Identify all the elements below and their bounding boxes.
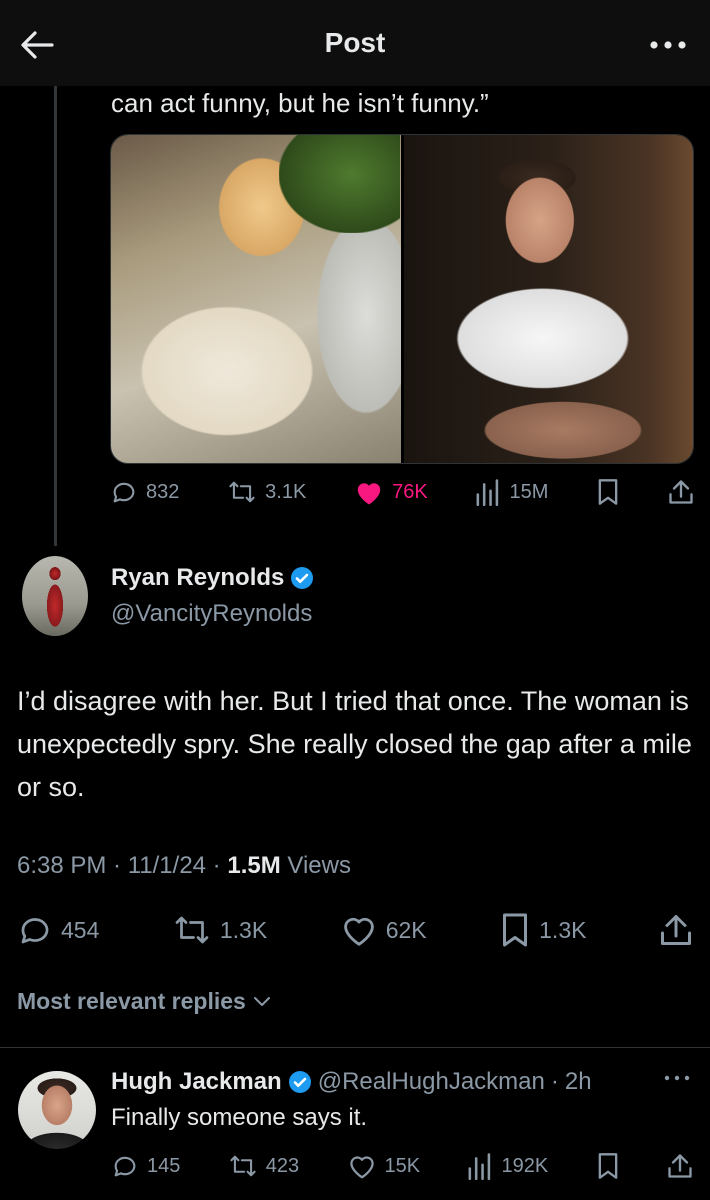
share-button[interactable]	[668, 478, 694, 506]
verified-badge-icon	[288, 1071, 311, 1093]
bookmark-button[interactable]: 1.3K	[499, 912, 586, 948]
replies-sort-label: Most relevant replies	[17, 988, 246, 1014]
parent-post-media[interactable]	[110, 134, 694, 464]
bookmark-icon	[598, 479, 618, 505]
post-meta: 6:38 PM · 11/1/24 · 1.5M Views	[17, 852, 351, 879]
author-avatar[interactable]	[22, 556, 88, 636]
bookmark-count: 1.3K	[539, 916, 587, 943]
reply-author-avatar[interactable]	[18, 1071, 96, 1149]
heart-icon	[349, 1156, 374, 1179]
share-icon	[660, 915, 691, 945]
repost-button[interactable]: 423	[228, 1152, 299, 1180]
bookmark-button[interactable]	[596, 1152, 620, 1180]
share-icon	[668, 1154, 692, 1178]
bookmark-icon	[598, 1153, 617, 1179]
top-bar: Post	[0, 0, 710, 86]
share-icon	[669, 480, 693, 504]
views-button[interactable]: 192K	[467, 1152, 548, 1180]
reply-icon	[21, 918, 49, 944]
repost-button[interactable]: 1.3K	[172, 912, 267, 948]
repost-count: 3.1K	[265, 480, 307, 503]
reply-icon	[113, 482, 135, 503]
page-title: Post	[324, 27, 386, 58]
replies-sort-dropdown[interactable]: Most relevant replies	[17, 988, 272, 1015]
author-name-row: Ryan Reynolds	[111, 564, 314, 592]
bookmark-icon	[503, 913, 528, 947]
reply-author-handle[interactable]: @RealHughJackman	[318, 1068, 545, 1096]
reply-age: 2h	[564, 1068, 592, 1095]
repost-icon	[175, 916, 209, 944]
media-photo-left[interactable]	[111, 135, 401, 463]
views-count: 192K	[501, 1154, 549, 1177]
reply-more-options-icon[interactable]	[662, 1068, 692, 1088]
reply-button[interactable]: 145	[111, 1152, 180, 1180]
heart-icon	[343, 917, 374, 946]
reply-author-name[interactable]: Hugh Jackman	[111, 1068, 282, 1096]
reply-count: 145	[147, 1154, 181, 1177]
author-handle[interactable]: @VancityReynolds	[111, 600, 312, 628]
thread-connector-line	[54, 86, 57, 546]
reply-author-row: Hugh Jackman @RealHughJackman · 2h	[111, 1068, 592, 1096]
share-button[interactable]	[667, 1152, 693, 1180]
post-text: I’d disagree with her. But I tried that …	[17, 686, 692, 802]
views-button[interactable]: 15M	[475, 478, 548, 506]
like-count: 62K	[385, 916, 427, 943]
parent-post-actions: 832 3.1K 76K 15M	[110, 478, 694, 506]
reply-count: 454	[61, 916, 100, 943]
reply-button[interactable]: 832	[110, 478, 179, 506]
post-date: 11/1/24	[127, 852, 207, 879]
author-name[interactable]: Ryan Reynolds	[111, 564, 284, 592]
reply-text: Finally someone says it.	[111, 1104, 368, 1131]
verified-badge-icon	[291, 567, 314, 589]
parent-post-text[interactable]: can act funny, but he isn’t funny.”	[111, 88, 489, 119]
repost-icon	[229, 481, 255, 503]
bookmark-button[interactable]	[596, 478, 620, 506]
like-button[interactable]: 15K	[347, 1152, 421, 1180]
post-views-count[interactable]: 1.5M	[227, 852, 280, 879]
post-time: 6:38 PM	[17, 852, 107, 879]
like-count: 76K	[392, 480, 428, 503]
photo-plant	[278, 135, 401, 234]
reply-count: 832	[146, 480, 180, 503]
heart-filled-icon	[357, 483, 381, 505]
repost-icon	[230, 1155, 256, 1177]
reply-actions: 145 423 15K 192K	[111, 1152, 693, 1180]
more-options-icon[interactable]	[646, 26, 690, 64]
author-handle-row: @VancityReynolds	[111, 600, 312, 628]
divider	[0, 1047, 710, 1048]
share-button[interactable]	[659, 912, 693, 948]
repost-count: 1.3K	[219, 916, 268, 943]
reply-icon	[114, 1156, 136, 1177]
views-bar-chart-icon	[477, 479, 499, 506]
reply-button[interactable]: 454	[17, 912, 99, 948]
like-count: 15K	[384, 1154, 421, 1177]
chevron-down-icon	[253, 996, 270, 1006]
post-views-label: Views	[287, 852, 351, 879]
views-bar-chart-icon	[469, 1153, 491, 1180]
repost-button[interactable]: 3.1K	[227, 478, 306, 506]
reply-separator: ·	[550, 1068, 559, 1095]
like-button[interactable]: 76K	[354, 478, 428, 506]
post-actions: 454 1.3K 62K 1.3K	[17, 912, 693, 948]
repost-count: 423	[265, 1154, 300, 1177]
views-count: 15M	[509, 480, 549, 503]
media-photo-right[interactable]	[403, 135, 693, 463]
like-button[interactable]: 62K	[340, 912, 427, 948]
